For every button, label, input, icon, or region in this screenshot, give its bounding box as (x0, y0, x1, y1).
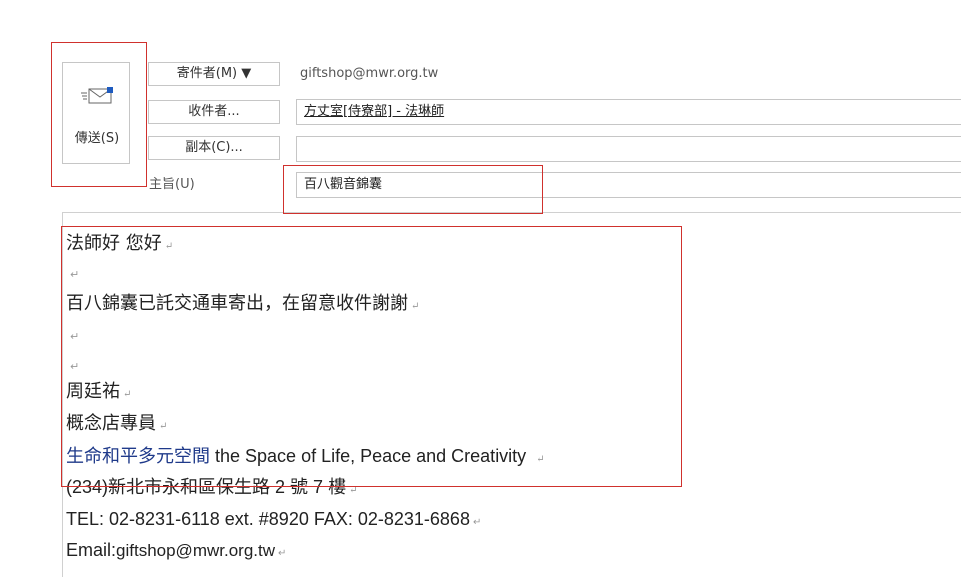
to-recipient[interactable]: 方丈室[侍寮部] - 法琳師 (304, 104, 444, 119)
from-button[interactable]: 寄件者(M) ▼ (148, 62, 280, 86)
cc-button[interactable]: 副本(C)... (148, 136, 280, 160)
signature-email: Email:giftshop@mwr.org.tw ↵ (66, 540, 287, 560)
annotation-box-body (61, 226, 682, 487)
email-link[interactable]: giftshop@mwr.org.tw (116, 541, 275, 560)
signature-phone: TEL: 02-8231-6118 ext. #8920 FAX: 02-823… (66, 509, 482, 529)
annotation-box-send (51, 42, 147, 187)
subject-label: 主旨(U) (149, 177, 195, 192)
from-value: giftshop@mwr.org.tw (300, 66, 439, 81)
to-button[interactable]: 收件者... (148, 100, 280, 124)
cc-field[interactable] (296, 136, 961, 162)
to-field[interactable]: 方丈室[侍寮部] - 法琳師 (296, 99, 961, 125)
annotation-box-subject (283, 165, 543, 214)
